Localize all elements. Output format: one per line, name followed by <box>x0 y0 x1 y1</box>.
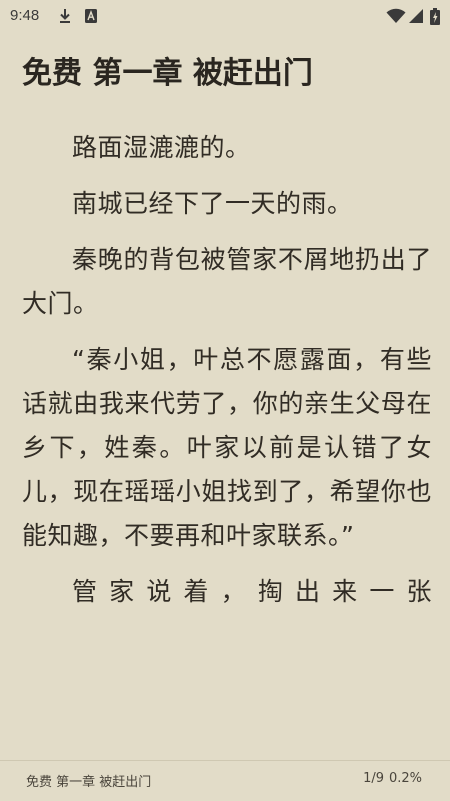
signal-icon <box>409 9 423 23</box>
page-indicator: 1/9 <box>363 771 384 786</box>
status-bar: 9:48 <box>0 0 450 32</box>
a-badge-icon <box>85 9 97 23</box>
paragraph: 南城已经下了一天的雨。 <box>72 189 353 218</box>
chapter-title: 免费 第一章 被赶出门 <box>22 56 313 91</box>
reading-progress: 0.2% <box>388 771 422 786</box>
status-time: 9:48 <box>10 7 40 24</box>
paragraph: 秦晚的背包被管家不屑地扔出了大门。 <box>22 245 432 318</box>
reading-content[interactable]: 路面湿漉漉的。 南城已经下了一天的雨。 秦晚的背包被管家不屑地扔出了大门。 “秦… <box>22 126 432 756</box>
paragraph: “秦小姐，叶总不愿露面，有些话就由我来代劳了，你的亲生父母在乡下，姓秦。叶家以前… <box>22 345 432 550</box>
paragraph: 路面湿漉漉的。 <box>72 133 251 162</box>
footer-chapter-title: 免费 第一章 被赶出门 <box>26 775 152 790</box>
battery-icon <box>430 8 440 25</box>
wifi-icon <box>386 8 406 23</box>
reader-footer: 免费 第一章 被赶出门 1/9 0.2% <box>0 760 450 801</box>
download-icon <box>60 9 70 23</box>
paragraph: 管家说着，掏出来一张 <box>72 577 432 606</box>
